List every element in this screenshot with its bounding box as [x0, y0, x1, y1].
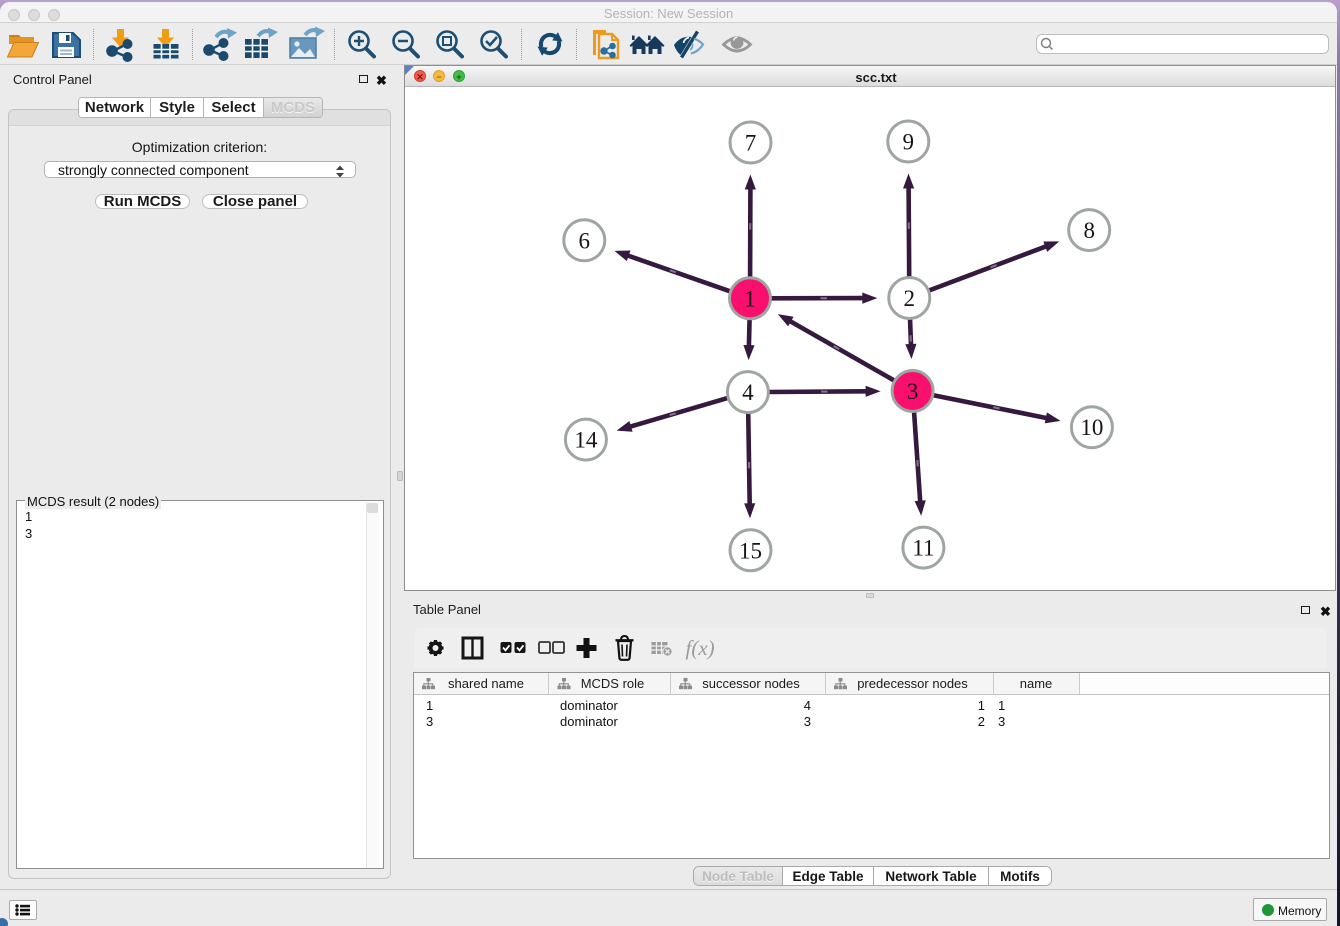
svg-text:2: 2 [904, 286, 916, 311]
svg-text:3: 3 [907, 379, 919, 404]
svg-text:9: 9 [903, 130, 915, 155]
svg-text:11: 11 [912, 536, 934, 561]
svg-text:15: 15 [739, 538, 762, 563]
svg-text:7: 7 [745, 131, 757, 156]
svg-text:10: 10 [1080, 415, 1103, 440]
svg-text:1: 1 [744, 286, 756, 311]
svg-text:8: 8 [1083, 218, 1095, 243]
svg-text:4: 4 [742, 380, 754, 405]
svg-text:6: 6 [579, 228, 591, 253]
svg-text:14: 14 [574, 428, 598, 453]
svg-text:f(x): f(x) [686, 636, 715, 660]
